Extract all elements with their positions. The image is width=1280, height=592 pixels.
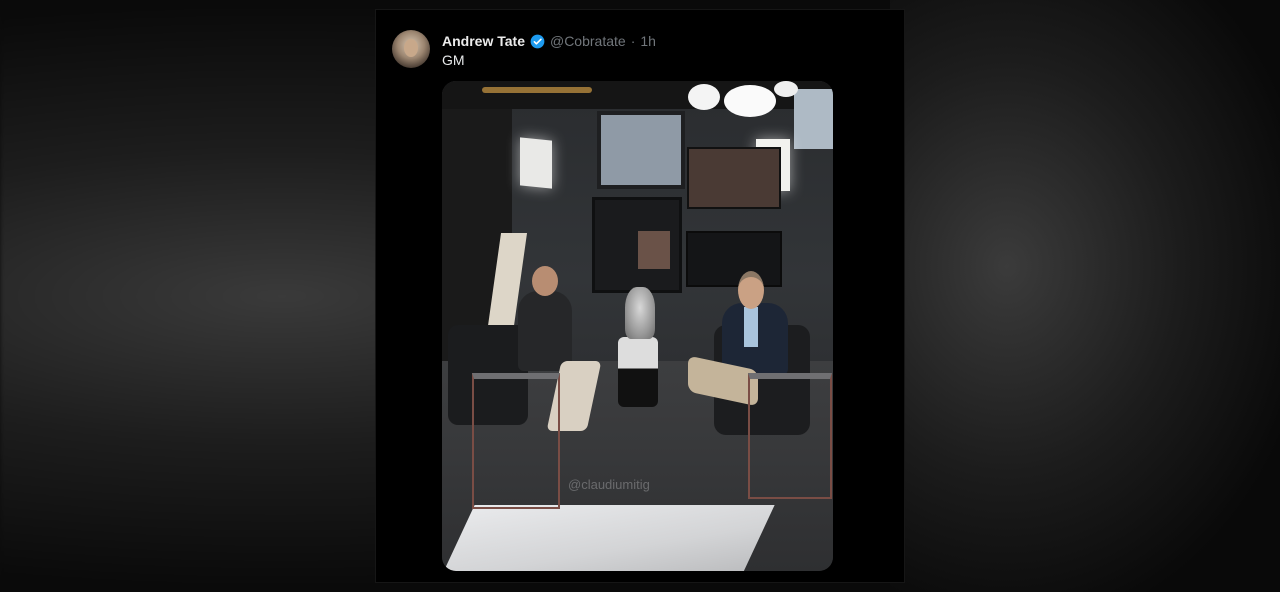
photo-screen-top (687, 147, 781, 209)
verified-badge-icon (530, 34, 545, 49)
display-name[interactable]: Andrew Tate (442, 33, 525, 49)
photo-watermark: @claudiumitig (568, 477, 650, 492)
tweet-photo[interactable]: @claudiumitig (442, 81, 833, 571)
tweet-text: GM (442, 52, 465, 68)
photo-gorilla-statue (625, 287, 655, 339)
photo-side-table-left (472, 373, 560, 509)
avatar-face (404, 39, 418, 57)
separator-dot: · (630, 33, 636, 49)
photo-screen-middle (686, 231, 782, 287)
avatar[interactable] (392, 30, 430, 68)
photo-window-right (794, 89, 833, 149)
blurred-background-right (890, 0, 1280, 592)
user-handle[interactable]: @Cobratate (550, 33, 626, 49)
photo-side-table-right (748, 373, 832, 499)
photo-painting (638, 231, 670, 269)
timestamp[interactable]: 1h (640, 33, 656, 49)
photo-person-right-head (738, 271, 764, 309)
photo-chandelier (688, 81, 798, 117)
photo-marble-floor (442, 505, 775, 571)
photo-ceiling-light (482, 87, 592, 93)
photo-window (597, 111, 685, 189)
photo-person-left-head (532, 266, 558, 296)
photo-person-left (518, 291, 572, 371)
photo-pedestal (618, 337, 658, 407)
tweet-header: Andrew Tate @Cobratate · 1h (442, 31, 656, 51)
photo-softbox-left (520, 137, 552, 189)
tweet-card[interactable]: Andrew Tate @Cobratate · 1h GM @claudium… (376, 10, 904, 582)
photo-person-right-shirt (744, 307, 758, 347)
